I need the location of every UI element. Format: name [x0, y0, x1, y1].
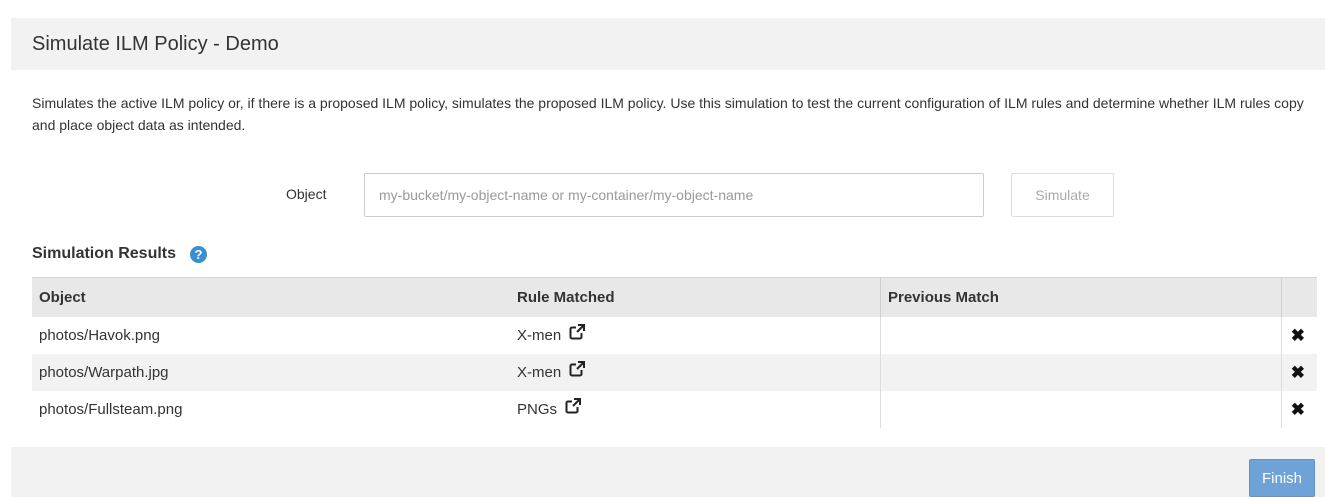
external-link-icon[interactable]: [569, 324, 586, 344]
rule-link[interactable]: PNGs: [517, 401, 557, 418]
table-row: photos/Fullsteam.png PNGs ✖: [32, 391, 1317, 428]
column-header-rule-matched: Rule Matched: [510, 277, 881, 317]
table-row: photos/Warpath.jpg X-men ✖: [32, 354, 1317, 391]
table-row: photos/Havok.png X-men ✖: [32, 317, 1317, 354]
object-input[interactable]: [364, 173, 984, 217]
previous-match-cell: [880, 354, 1282, 391]
finish-button[interactable]: Finish: [1249, 459, 1315, 497]
rule-cell: PNGs: [510, 391, 881, 428]
close-icon[interactable]: ✖: [1291, 363, 1305, 382]
question-circle-icon[interactable]: ?: [190, 245, 208, 263]
simulation-results-heading: Simulation Results ?: [32, 244, 208, 264]
object-cell: photos/Warpath.jpg: [32, 354, 510, 391]
page-header: Simulate ILM Policy - Demo: [11, 18, 1325, 70]
column-header-actions: [1281, 277, 1317, 317]
previous-match-cell: [880, 391, 1282, 428]
column-header-previous-match: Previous Match: [880, 277, 1282, 317]
object-cell: photos/Havok.png: [39, 327, 160, 344]
external-link-icon[interactable]: [569, 361, 586, 381]
simulation-results-table: Object Rule Matched Previous Match photo…: [32, 277, 1317, 428]
footer-bar: Finish: [11, 447, 1325, 497]
simulate-button[interactable]: Simulate: [1011, 173, 1114, 217]
object-label: Object: [286, 186, 327, 202]
column-header-object: Object: [32, 277, 510, 317]
rule-link[interactable]: X-men: [517, 327, 561, 344]
remove-cell: ✖: [1281, 317, 1317, 354]
page-title: Simulate ILM Policy - Demo: [32, 33, 279, 55]
object-cell: photos/Fullsteam.png: [39, 401, 183, 418]
remove-cell: ✖: [1281, 391, 1317, 428]
rule-cell: X-men: [510, 354, 881, 391]
close-icon[interactable]: ✖: [1291, 400, 1305, 419]
table-header-row: Object Rule Matched Previous Match: [32, 277, 1317, 317]
page-description: Simulates the active ILM policy or, if t…: [32, 95, 1304, 133]
remove-cell: ✖: [1281, 354, 1317, 391]
external-link-icon[interactable]: [565, 398, 582, 418]
rule-cell: X-men: [510, 317, 881, 354]
rule-link[interactable]: X-men: [517, 364, 561, 381]
previous-match-cell: [880, 317, 1282, 354]
close-icon[interactable]: ✖: [1291, 326, 1305, 345]
simulation-results-title: Simulation Results: [32, 245, 177, 262]
